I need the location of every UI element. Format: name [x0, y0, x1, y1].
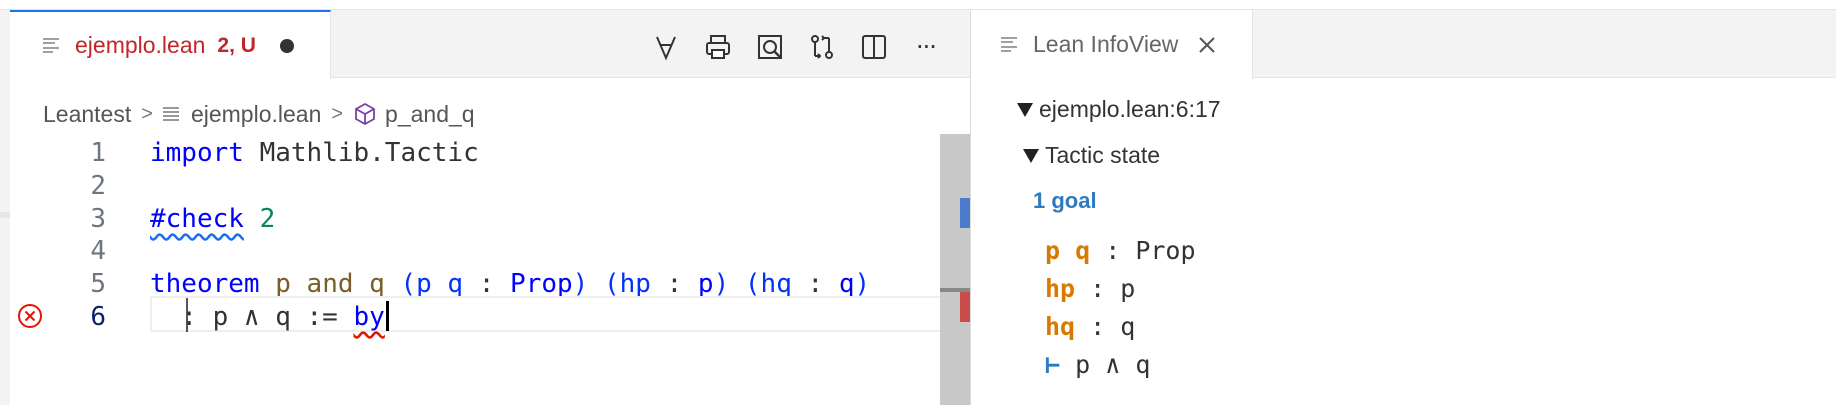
triangle-down-icon	[1023, 148, 1039, 163]
forall-icon[interactable]	[640, 32, 692, 62]
unsaved-dot-icon[interactable]	[279, 38, 294, 53]
infoview-tab-label: Lean InfoView	[1033, 31, 1179, 57]
turnstile-icon: ⊢	[1045, 350, 1061, 379]
activity-edge-mark	[0, 212, 10, 218]
git-compare-icon[interactable]	[796, 32, 848, 62]
chevron-right-icon: >	[331, 102, 344, 125]
location-header[interactable]: ejemplo.lean:6:17	[1017, 96, 1221, 123]
text-cursor	[385, 301, 389, 331]
editor-tab-bar: ejemplo.lean 2, U ···	[10, 10, 970, 79]
breadcrumb-root[interactable]: Leantest	[43, 101, 131, 128]
editor-group: ejemplo.lean 2, U ··· Leantest > ejemplo…	[10, 10, 970, 405]
breadcrumb: Leantest > ejemplo.lean > p_and_q	[43, 94, 475, 134]
chevron-right-icon: >	[141, 102, 153, 125]
hypothesis[interactable]: p q : Prop	[1045, 236, 1196, 265]
hypothesis[interactable]: hq : q	[1045, 312, 1135, 341]
goal-target[interactable]: ⊢ p ∧ q	[1045, 350, 1150, 379]
search-preview-icon[interactable]	[744, 32, 796, 62]
breadcrumb-symbol[interactable]: p_and_q	[385, 101, 475, 128]
line-number: 6	[90, 302, 106, 332]
window-top-strip	[0, 0, 1836, 10]
file-lines-icon	[162, 107, 179, 121]
infoview-tab-bar: Lean InfoView	[971, 10, 1836, 79]
code-text: : p ∧ q := by	[150, 298, 389, 336]
overview-ruler-error-mark	[960, 292, 970, 322]
location-text: ejemplo.lean:6:17	[1039, 96, 1221, 122]
symbol-cube-icon	[355, 102, 375, 126]
close-icon[interactable]	[1196, 34, 1218, 56]
lean-infoview-panel: Lean InfoView ejemplo.lean:6:17 Tactic s…	[970, 10, 1836, 405]
triangle-down-icon	[1017, 102, 1033, 117]
hypothesis[interactable]: hp : p	[1045, 274, 1135, 303]
tab-filename: ejemplo.lean	[75, 32, 206, 58]
breadcrumb-file[interactable]: ejemplo.lean	[191, 101, 321, 128]
split-editor-icon[interactable]	[848, 32, 900, 62]
preview-lines-icon	[1001, 36, 1019, 53]
editor-tab-ejemplo[interactable]: ejemplo.lean 2, U	[10, 10, 331, 79]
goal-count: 1 goal	[1033, 188, 1097, 213]
tab-problem-badge: 2, U	[217, 33, 256, 57]
overview-ruler-info-mark	[960, 198, 970, 228]
more-actions-icon[interactable]: ···	[900, 32, 952, 62]
tactic-state-label: Tactic state	[1045, 142, 1161, 168]
code-editor[interactable]: 1 import Mathlib.Tactic 2 3 #check 2 4 5…	[10, 134, 970, 405]
tactic-state-header[interactable]: Tactic state	[1023, 142, 1160, 169]
infoview-tab[interactable]: Lean InfoView	[971, 10, 1253, 79]
code-line-current: 6 : p ∧ q := by	[10, 296, 970, 336]
error-circle-icon[interactable]	[16, 302, 44, 330]
editor-scrollbar[interactable]	[940, 134, 970, 405]
editor-actions: ···	[640, 32, 952, 62]
print-icon[interactable]	[692, 32, 744, 62]
file-lines-icon	[43, 37, 61, 54]
activity-edge	[0, 10, 10, 405]
